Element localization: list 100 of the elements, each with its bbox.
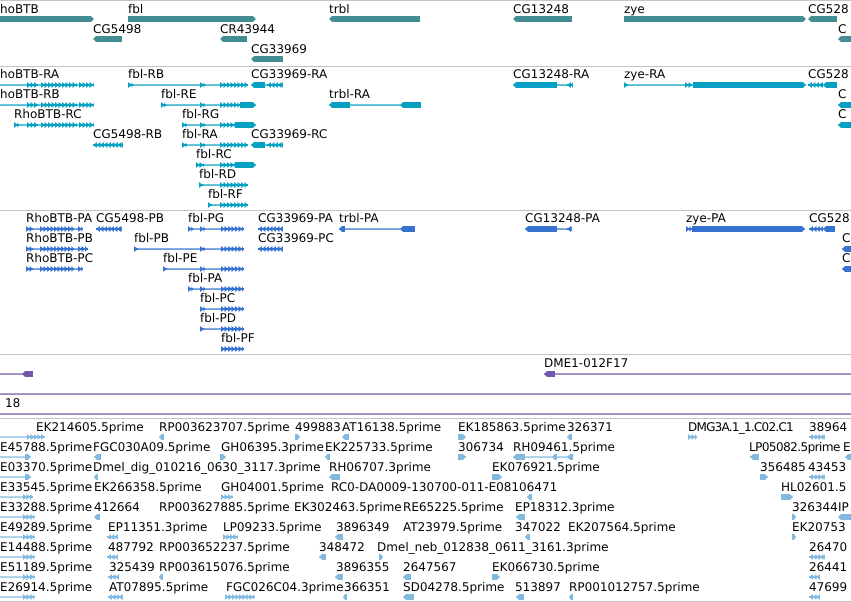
feature-label: Dmel_dig_010216_0630_3117.3prime: [93, 460, 321, 474]
feature-label: EK076921.5prime: [492, 460, 600, 474]
feature-label: 513897: [515, 580, 561, 594]
feature-label: trbl: [329, 2, 350, 16]
feature-label: CG13248: [513, 2, 569, 16]
feature-label: fbl-PF: [221, 331, 255, 345]
feature-label: EK302463.5prime: [294, 500, 402, 514]
feature-label: RP003615076.5prime: [159, 560, 290, 574]
feature-label: 306734: [458, 440, 504, 454]
feature-label: RhoBTB-PB: [26, 231, 93, 245]
feature-label: fbl: [128, 2, 144, 16]
feature-label: 356485: [760, 460, 806, 474]
feature-label: FGC026C04.3prime: [226, 580, 344, 594]
feature-label: EP18312.3prime: [515, 500, 614, 514]
feature-label: 412664: [94, 500, 140, 514]
feature-label: hoBTB: [0, 2, 39, 16]
feature-label: 43453: [808, 460, 846, 474]
feature-label: 3896355: [336, 560, 390, 574]
feature-label: HL02601.5: [781, 480, 846, 494]
feature-label: AT16138.5prime: [342, 420, 442, 434]
feature-label: zye-RA: [624, 67, 666, 81]
feature-label: RC0-DA0009-130700-011-E08106471: [331, 480, 558, 494]
feature-label: C: [842, 231, 850, 245]
feature-label: EK207564.5prime: [568, 520, 676, 534]
feature-label: RP001012757.5prime: [569, 580, 700, 594]
feature-label: EK214605.5prime: [36, 420, 144, 434]
feature-label: RH09461.5prime: [513, 440, 615, 454]
feature-label: E49289.5prime: [0, 520, 92, 534]
feature-label: CG33969-PA: [258, 211, 333, 225]
feature-label: Dmel_neb_012838_0611_3161.3prime: [377, 540, 609, 554]
feature-label: CG33969-PC: [258, 231, 334, 245]
feature-label: fbl-RE: [161, 87, 196, 101]
feature-label: 26470: [809, 540, 848, 554]
feature-label: hoBTB-RB: [0, 87, 60, 101]
feature-label: DME1-012F17: [544, 356, 628, 370]
feature-label: E45788.5prime: [0, 440, 92, 454]
feature-label: C: [838, 107, 846, 121]
feature-label: fbl-PD: [200, 311, 236, 325]
feature-label: CG5498: [93, 22, 142, 36]
feature-label: 326371: [567, 420, 613, 434]
feature-label: fbl-RC: [196, 147, 232, 161]
feature-label: E: [843, 440, 851, 454]
feature-label: LP09233.5prime: [223, 520, 322, 534]
feature-label: LP05082.5prime: [749, 440, 840, 454]
feature-label: DMG3A.1_1.C02.C1: [688, 420, 793, 434]
feature-label: C: [842, 251, 850, 265]
feature-label: RP003623707.5prime: [159, 420, 290, 434]
feature-label: EK266358.5prime: [94, 480, 202, 494]
feature-label: CG33969: [251, 42, 307, 56]
feature-label: 38964: [809, 420, 848, 434]
feature-label: 366351: [344, 580, 390, 594]
feature-label: 18: [5, 396, 20, 410]
feature-label: E33545.5prime: [0, 480, 92, 494]
feature-label: E14488.5prime: [0, 540, 92, 554]
feature-label: CR43944: [220, 22, 275, 36]
feature-label: GH06395.3prime: [221, 440, 324, 454]
feature-label: fbl-RA: [182, 127, 218, 141]
feature-label: 325439: [109, 560, 155, 574]
feature-label: 487792: [108, 540, 154, 554]
feature-label: E51189.5prime: [0, 560, 92, 574]
feature-label: AT07895.5prime: [109, 580, 208, 594]
feature-label: fbl-RB: [128, 67, 164, 81]
feature-label: hoBTB-RA: [0, 67, 60, 81]
feature-label: RP003627885.5prime: [159, 500, 290, 514]
feature-label: fbl-PC: [200, 291, 236, 305]
feature-label: 47699: [809, 580, 848, 594]
feature-label: EK066730.5prime: [492, 560, 600, 574]
feature-label: zye: [624, 2, 645, 16]
feature-label: RP003652237.5prime: [159, 540, 290, 554]
feature-label: CG5498-RB: [93, 127, 162, 141]
feature-label: EP11351.3prime: [108, 520, 208, 534]
feature-label: trbl-RA: [329, 87, 370, 101]
feature-label: CG528: [808, 2, 849, 16]
feature-label: fbl-RF: [208, 187, 243, 201]
feature-label: 2647567: [403, 560, 456, 574]
feature-label: 348472: [319, 540, 365, 554]
feature-label: RE65225.5prime: [403, 500, 504, 514]
feature-label: CG33969-RA: [251, 67, 328, 81]
feature-label: fbl-RD: [199, 167, 236, 181]
feature-label: E33288.5prime: [0, 500, 92, 514]
feature-label: 3896349: [336, 520, 390, 534]
feature-label: fbl-PA: [188, 271, 222, 285]
feature-label: fbl-PG: [188, 211, 224, 225]
feature-label: EK185863.5prime: [458, 420, 566, 434]
feature-label: fbl-PB: [134, 231, 169, 245]
feature-label: CG528: [809, 211, 850, 225]
feature-label: CG5498-PB: [96, 211, 164, 225]
feature-label: E03370.5prime: [0, 460, 92, 474]
feature-label: EK225733.5prime: [325, 440, 433, 454]
feature-label: RhoBTB-PA: [26, 211, 92, 225]
feature-label: AT23979.5prime: [403, 520, 502, 534]
feature-label: EK20753: [792, 520, 846, 534]
feature-label: RhoBTB-RC: [14, 107, 82, 121]
feature-label: CG13248-PA: [525, 211, 600, 225]
feature-label: SD04278.5prime: [403, 580, 504, 594]
feature-label: RhoBTB-PC: [26, 251, 94, 265]
feature-label: GH04001.5prime: [221, 480, 324, 494]
feature-label: 26441: [809, 560, 848, 574]
feature-label: CG33969-RC: [251, 127, 328, 141]
feature-label: C: [838, 87, 846, 101]
